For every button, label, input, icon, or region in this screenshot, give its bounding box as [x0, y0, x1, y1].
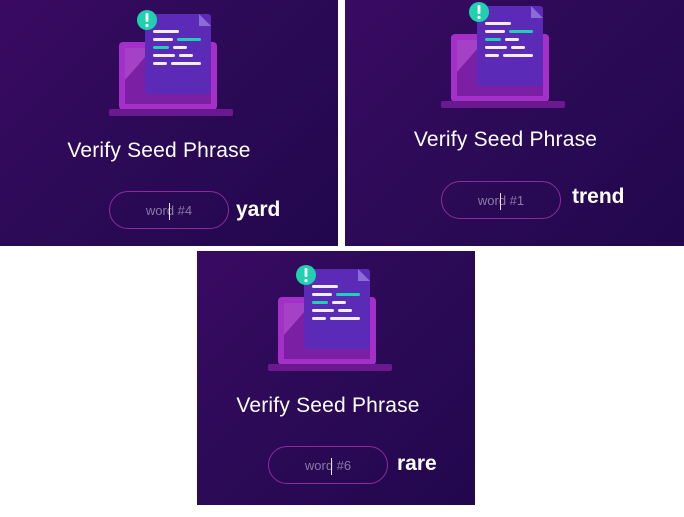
laptop-document-icon: [109, 10, 233, 116]
answer-label: yard: [236, 198, 281, 221]
answer-label: rare: [397, 452, 437, 475]
seed-word-placeholder: word #6: [304, 458, 352, 473]
page-title: Verify Seed Phrase: [413, 128, 598, 151]
verify-seed-panel-1: Verify Seed Phrase word #4 yard: [0, 0, 338, 246]
seed-word-input[interactable]: word #6: [268, 446, 388, 484]
seed-word-input[interactable]: word #4: [109, 191, 229, 229]
page-title: Verify Seed Phrase: [67, 139, 251, 162]
seed-word-input[interactable]: word #1: [441, 181, 561, 219]
seed-word-placeholder: word #1: [477, 193, 525, 208]
text-caret: [331, 458, 332, 475]
page-title: Verify Seed Phrase: [236, 394, 420, 417]
answer-label: trend: [572, 185, 625, 208]
text-caret: [169, 203, 170, 220]
laptop-document-icon: [268, 265, 392, 371]
verify-seed-panel-3: Verify Seed Phrase word #6 rare: [197, 251, 475, 505]
laptop-document-icon: [441, 2, 565, 108]
verify-seed-panel-2: Verify Seed Phrase word #1 trend: [345, 0, 684, 246]
text-caret: [500, 193, 501, 210]
